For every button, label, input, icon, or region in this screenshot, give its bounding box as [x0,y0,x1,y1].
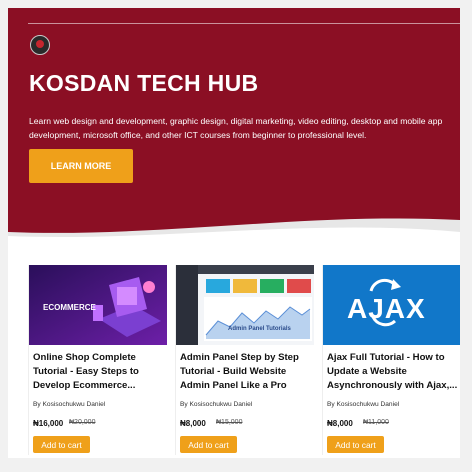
course-card[interactable]: AJAX Ajax Full Tutorial - How to Update … [322,265,460,455]
course-card[interactable]: Admin Panel Tutorials Admin Panel Step b… [175,265,314,455]
add-to-cart-button[interactable]: Add to cart [33,436,90,453]
course-thumbnail-admin-panel[interactable]: Admin Panel Tutorials [176,265,314,345]
learn-more-button[interactable]: LEARN MORE [29,149,133,183]
course-old-price: ₦15,000 [216,419,243,426]
course-price: ₦8,000 [180,419,206,428]
course-thumbnail-ecommerce[interactable]: ECOMMERCE [29,265,167,345]
page-title: KOSDAN TECH HUB [29,70,259,96]
thumbnail-label: AJAX [347,293,426,324]
course-old-price: ₦11,000 [363,419,389,426]
hero-section: KOSDAN TECH HUB Learn web design and dev… [8,8,460,458]
course-card[interactable]: ECOMMERCE Online Shop Complete Tutorial … [28,265,167,455]
course-author: By Kosisochukwu Daniel [180,401,253,408]
thumbnail-label: Admin Panel Tutorials [228,326,291,332]
add-to-cart-button[interactable]: Add to cart [180,436,237,453]
hero-description: Learn web design and development, graphi… [29,116,443,140]
course-title[interactable]: Admin Panel Step by Step Tutorial - Buil… [180,351,312,393]
thumbnail-label: ECOMMERCE [43,303,96,312]
course-price: ₦16,000 [33,419,64,428]
course-list: ECOMMERCE Online Shop Complete Tutorial … [8,248,460,458]
course-title[interactable]: Online Shop Complete Tutorial - Easy Ste… [33,351,165,393]
course-author: By Kosisochukwu Daniel [33,401,106,408]
add-to-cart-button[interactable]: Add to cart [327,436,384,453]
admin-dashboard-illustration-icon [176,265,314,345]
divider [28,23,460,24]
course-price: ₦8,000 [327,419,353,428]
kosdan-logo-icon[interactable] [30,35,50,55]
course-thumbnail-ajax[interactable]: AJAX [323,265,460,345]
course-title[interactable]: Ajax Full Tutorial - How to Update a Web… [327,351,459,393]
course-author: By Kosisochukwu Daniel [327,401,400,408]
course-old-price: ₦20,000 [69,419,96,426]
